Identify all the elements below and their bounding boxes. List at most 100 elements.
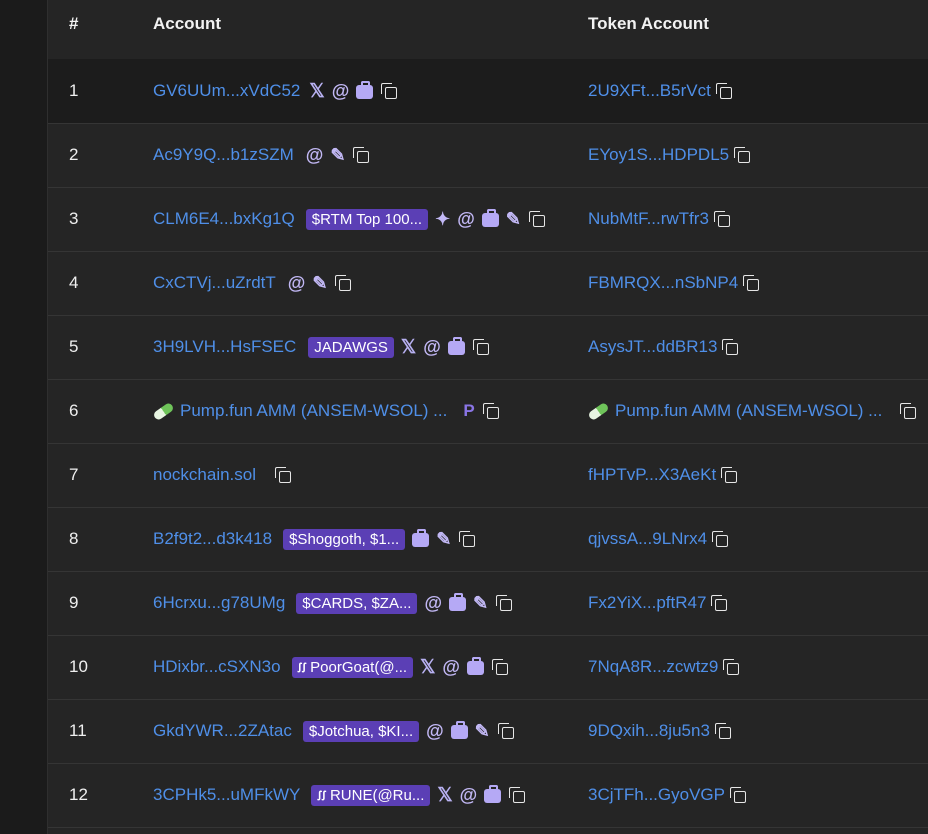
account-tag[interactable]: $Jotchua, $KI... [302,720,420,742]
account-tag[interactable]: $CARDS, $ZA... [296,592,418,614]
copy-icon[interactable] [472,339,489,355]
copy-icon[interactable] [353,147,370,163]
sparkle-icon[interactable]: ✦ [435,210,450,228]
at-icon[interactable]: @ [423,338,441,356]
copy-icon[interactable] [528,211,545,227]
token-account-link[interactable]: 7NqA8R...zcwtz9 [588,657,718,677]
token-account-link[interactable]: FBMRQX...nSbNP4 [588,273,738,293]
copy-icon[interactable] [715,83,732,99]
briefcase-icon[interactable] [450,721,468,739]
account-tag[interactable]: JADAWGS [308,336,394,358]
copy-icon[interactable] [482,403,499,419]
x-icon[interactable]: 𝕏 [437,786,452,805]
briefcase-icon[interactable] [412,529,430,547]
copy-icon[interactable] [711,595,728,611]
account-tag-label: PoorGoat(@... [310,658,408,676]
account-tag[interactable]: $Shoggoth, $1... [283,528,406,550]
table-row: 5 3H9LVH...HsFSEC JADAWGS 𝕏 @ AsysJT...d… [48,315,928,380]
account-link[interactable]: 3CPHk5...uMFkWY [153,785,300,805]
at-icon[interactable]: @ [288,274,306,292]
token-account-link[interactable]: Fx2YiX...pftR47 [588,593,706,613]
token-account-link[interactable]: EYoy1S...HDPDL5 [588,145,729,165]
p-icon[interactable]: P [463,401,474,421]
copy-icon[interactable] [734,147,751,163]
row-number: 5 [69,337,79,356]
at-icon[interactable]: @ [424,594,442,612]
account-link[interactable]: CxCTVj...uZrdtT [153,273,276,293]
x-icon[interactable]: 𝕏 [401,338,416,357]
token-account-link[interactable]: Pump.fun AMM (ANSEM-WSOL) ... [615,401,882,421]
at-icon[interactable]: @ [306,146,324,164]
pencil-icon[interactable]: ✎ [475,722,490,740]
briefcase-icon[interactable] [481,209,499,227]
tag-prefix-icon: ꭍꭍ [317,788,326,803]
at-icon[interactable]: @ [460,786,478,804]
x-icon[interactable]: 𝕏 [309,82,324,101]
copy-icon[interactable] [729,787,746,803]
copy-icon[interactable] [491,659,508,675]
token-account-link[interactable]: 3CjTFh...GyoVGP [588,785,725,805]
pencil-icon[interactable]: ✎ [436,530,451,548]
table-row: 4 CxCTVj...uZrdtT @ ✎ FBMRQX...nSbNP4 [48,251,928,316]
account-link[interactable]: HDixbr...cSXN3o [153,657,281,677]
left-gutter [0,0,48,834]
token-account-link[interactable]: fHPTvP...X3AeKt [588,465,716,485]
pencil-icon[interactable]: ✎ [330,146,345,164]
account-tag-label: RUNE(@Ru... [329,786,425,804]
copy-icon[interactable] [713,211,730,227]
at-icon[interactable]: @ [332,82,350,100]
briefcase-icon[interactable] [447,337,465,355]
table-row: 7 nockchain.sol fHPTvP...X3AeKt [48,443,928,508]
copy-icon[interactable] [900,403,917,419]
at-icon[interactable]: @ [442,658,460,676]
copy-icon[interactable] [714,723,731,739]
account-link[interactable]: 6Hcrxu...g78UMg [153,593,285,613]
token-account-link[interactable]: qjvssA...9LNrx4 [588,529,707,549]
account-link[interactable]: B2f9t2...d3k418 [153,529,272,549]
copy-icon[interactable] [381,83,398,99]
pencil-icon[interactable]: ✎ [312,274,327,292]
account-link[interactable]: 3H9LVH...HsFSEC [153,337,296,357]
row-number: 12 [69,785,88,804]
token-account-link[interactable]: 2U9XFt...B5rVct [588,81,711,101]
copy-icon[interactable] [722,339,739,355]
token-account-link[interactable]: AsysJT...ddBR13 [588,337,717,357]
account-tag[interactable]: ꭍꭍ PoorGoat(@... [291,656,414,678]
account-link[interactable]: GV6UUm...xVdC52 [153,81,300,101]
row-number: 7 [69,465,79,484]
copy-icon[interactable] [459,531,476,547]
copy-icon[interactable] [335,275,352,291]
row-number: 10 [69,657,88,676]
copy-icon[interactable] [712,531,729,547]
pencil-icon[interactable]: ✎ [506,210,521,228]
col-header-num: # [69,14,79,33]
pencil-icon[interactable]: ✎ [473,594,488,612]
account-link[interactable]: Pump.fun AMM (ANSEM-WSOL) ... [180,401,447,421]
copy-icon[interactable] [496,595,513,611]
row-number: 4 [69,273,79,292]
copy-icon[interactable] [275,467,292,483]
token-account-link[interactable]: 9DQxih...8ju5n3 [588,721,710,741]
x-icon[interactable]: 𝕏 [420,658,435,677]
account-link[interactable]: GkdYWR...2ZAtac [153,721,292,741]
briefcase-icon[interactable] [484,785,502,803]
briefcase-icon[interactable] [466,657,484,675]
copy-icon[interactable] [723,659,740,675]
account-link[interactable]: nockchain.sol [153,465,256,485]
table-row: 2 Ac9Y9Q...b1zSZM @ ✎ EYoy1S...HDPDL5 [48,123,928,188]
token-account-link[interactable]: NubMtF...rwTfr3 [588,209,709,229]
copy-icon[interactable] [497,723,514,739]
at-icon[interactable]: @ [457,210,475,228]
account-link[interactable]: CLM6E4...bxKg1Q [153,209,295,229]
briefcase-icon[interactable] [449,593,467,611]
at-icon[interactable]: @ [426,722,444,740]
account-link[interactable]: Ac9Y9Q...b1zSZM [153,145,294,165]
copy-icon[interactable] [743,275,760,291]
briefcase-icon[interactable] [356,81,374,99]
table-row: 9 6Hcrxu...g78UMg $CARDS, $ZA... @ ✎ Fx2… [48,571,928,636]
copy-icon[interactable] [509,787,526,803]
copy-icon[interactable] [721,467,738,483]
row-number: 8 [69,529,79,548]
account-tag[interactable]: $RTM Top 100... [305,208,429,230]
account-tag[interactable]: ꭍꭍ RUNE(@Ru... [311,784,431,806]
